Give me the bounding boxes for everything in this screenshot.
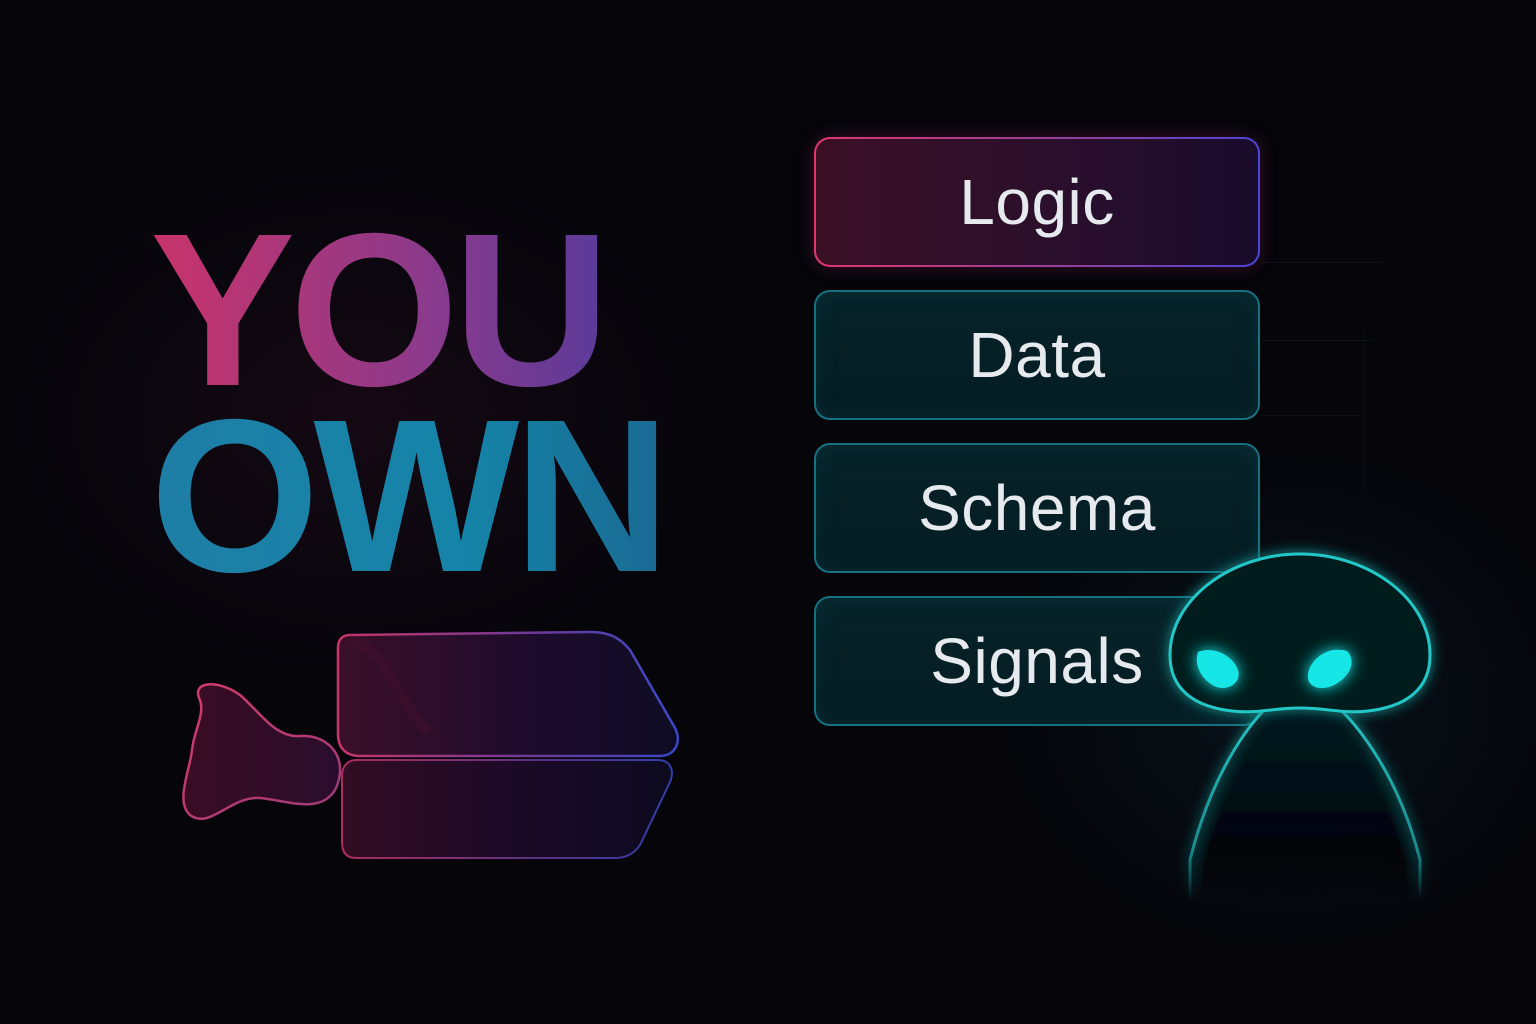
grid-line xyxy=(1364,330,1365,490)
agent-body xyxy=(1188,698,1422,902)
stack-item-label: Data xyxy=(968,319,1106,391)
agent-head xyxy=(1168,552,1432,714)
slab-shapes-illustration xyxy=(182,630,850,859)
decorative-shapes xyxy=(170,620,850,880)
stack-item-logic[interactable]: Logic xyxy=(814,137,1260,267)
stack-item-label: Logic xyxy=(959,166,1115,238)
headline-line-own: OWN xyxy=(150,375,671,618)
blob-shape xyxy=(182,683,342,821)
hero-canvas: YOU OWN Logic Data Schema Signals xyxy=(0,0,1536,1024)
upper-slab xyxy=(336,630,679,758)
headline: YOU OWN xyxy=(150,202,671,618)
stack-item-data[interactable]: Data xyxy=(814,290,1260,420)
stack-item-label: Schema xyxy=(918,472,1156,544)
lower-slab xyxy=(341,759,673,859)
grid-line xyxy=(1262,415,1362,416)
grid-line xyxy=(1262,340,1372,341)
grid-line xyxy=(1262,262,1382,263)
agent-figure-icon xyxy=(1150,540,1450,902)
stack-item-label: Signals xyxy=(930,625,1144,697)
